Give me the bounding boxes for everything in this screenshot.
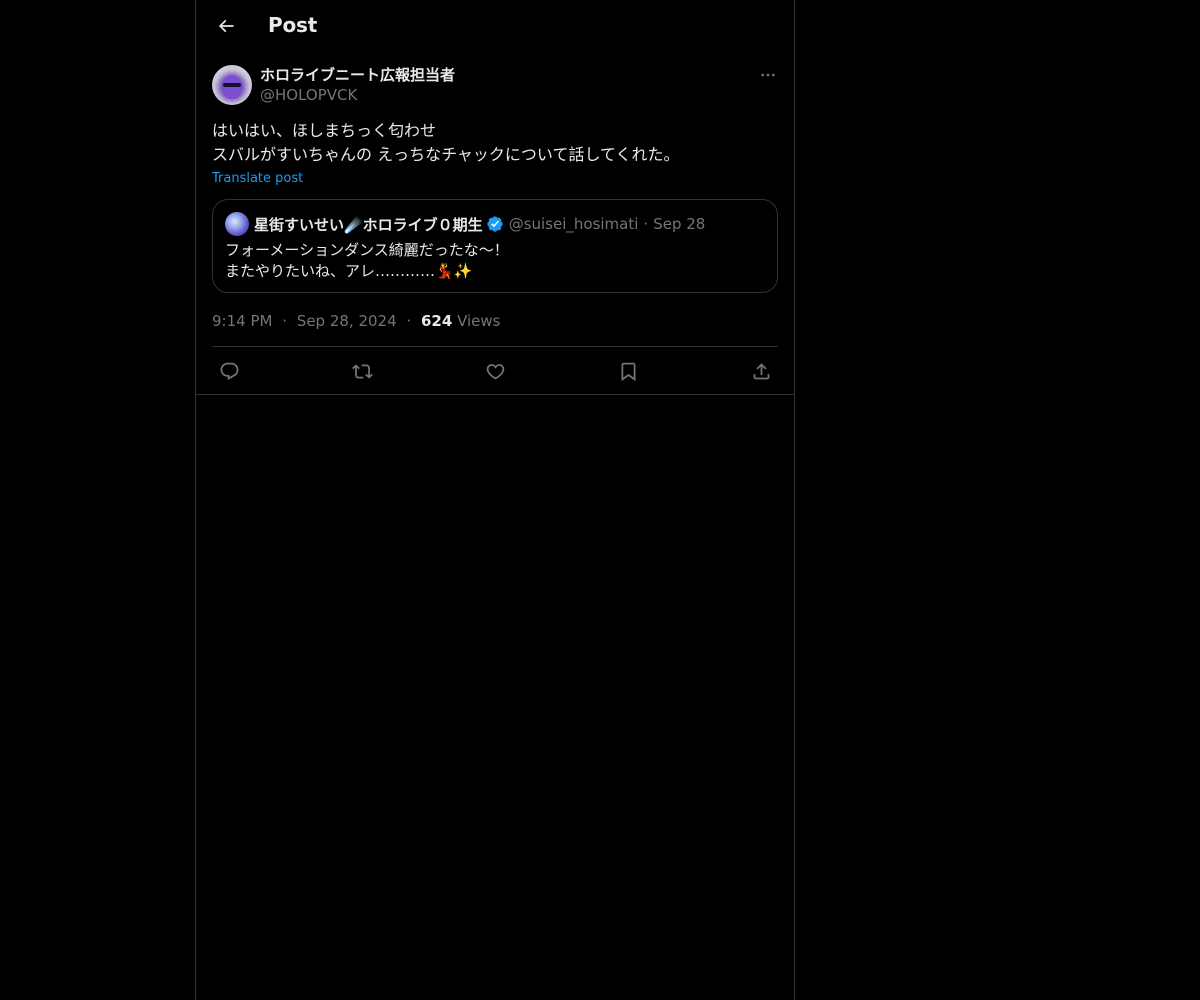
quoted-avatar[interactable]	[225, 212, 249, 236]
quoted-text-line: またやりたいね、アレ…………💃✨	[225, 262, 473, 280]
post-text-line: はいはい、ほしまちっく匂わせ	[212, 121, 437, 140]
verified-badge-icon	[486, 215, 504, 233]
post-author: ホロライブニート広報担当者 @HOLOPVCK	[212, 65, 778, 105]
heart-icon	[486, 363, 504, 380]
reply-icon	[220, 362, 238, 380]
post-meta: 9:14 PM · Sep 28, 2024 · 624 Views	[212, 311, 778, 331]
reply-button[interactable]	[212, 354, 246, 388]
post-actions	[212, 346, 778, 395]
quoted-handle: @suisei_hosimati	[508, 215, 639, 233]
quoted-post-header: 星街すいせい☄️ホロライブ０期生 @suisei_hosimati · Sep …	[225, 212, 765, 236]
like-button[interactable]	[478, 354, 512, 388]
bookmark-icon	[621, 362, 635, 381]
author-display-name[interactable]: ホロライブニート広報担当者	[260, 65, 455, 85]
bookmark-button[interactable]	[611, 354, 645, 388]
separator-dot: ·	[643, 215, 649, 233]
quoted-text: フォーメーションダンス綺麗だったな〜！ またやりたいね、アレ…………💃✨	[225, 240, 765, 282]
post-text-line: スバルがすいちゃんの えっちなチャックについて話してくれた。	[212, 145, 680, 164]
more-icon	[761, 73, 775, 77]
translate-post-link[interactable]: Translate post	[212, 167, 778, 191]
page-title: Post	[268, 13, 318, 37]
arrow-left-icon	[218, 19, 234, 33]
divider	[196, 394, 794, 395]
post-date[interactable]: Sep 28, 2024	[297, 312, 397, 330]
quoted-display-name: 星街すいせい☄️ホロライブ０期生	[254, 215, 483, 234]
repost-icon	[351, 363, 373, 379]
repost-button[interactable]	[345, 354, 379, 388]
avatar[interactable]	[212, 65, 252, 105]
separator-dot: ·	[282, 312, 288, 330]
views-count: 624	[420, 312, 453, 330]
quoted-date: Sep 28	[653, 215, 706, 233]
quoted-text-line: フォーメーションダンス綺麗だったな〜！	[225, 241, 509, 259]
author-handle[interactable]: @HOLOPVCK	[260, 85, 455, 105]
share-button[interactable]	[744, 354, 778, 388]
quoted-post[interactable]: 星街すいせい☄️ホロライブ０期生 @suisei_hosimati · Sep …	[212, 199, 778, 293]
separator-dot: ·	[406, 312, 412, 330]
share-icon	[753, 362, 769, 379]
post-time[interactable]: 9:14 PM	[212, 312, 272, 330]
views-label: Views	[457, 312, 501, 330]
post-text: はいはい、ほしまちっく匂わせ スバルがすいちゃんの えっちなチャックについて話し…	[212, 119, 778, 167]
post: ホロライブニート広報担当者 @HOLOPVCK はいはい、ほしまちっく匂わせ ス…	[212, 65, 778, 331]
more-options-button[interactable]	[758, 65, 778, 85]
author-names: ホロライブニート広報担当者 @HOLOPVCK	[260, 65, 455, 105]
back-button[interactable]	[208, 8, 244, 44]
post-detail-column: Post ホロライブニート広報担当者 @HOLOPVCK はいはい、ほしまちっく…	[195, 0, 795, 1000]
page-header: Post	[196, 0, 794, 53]
